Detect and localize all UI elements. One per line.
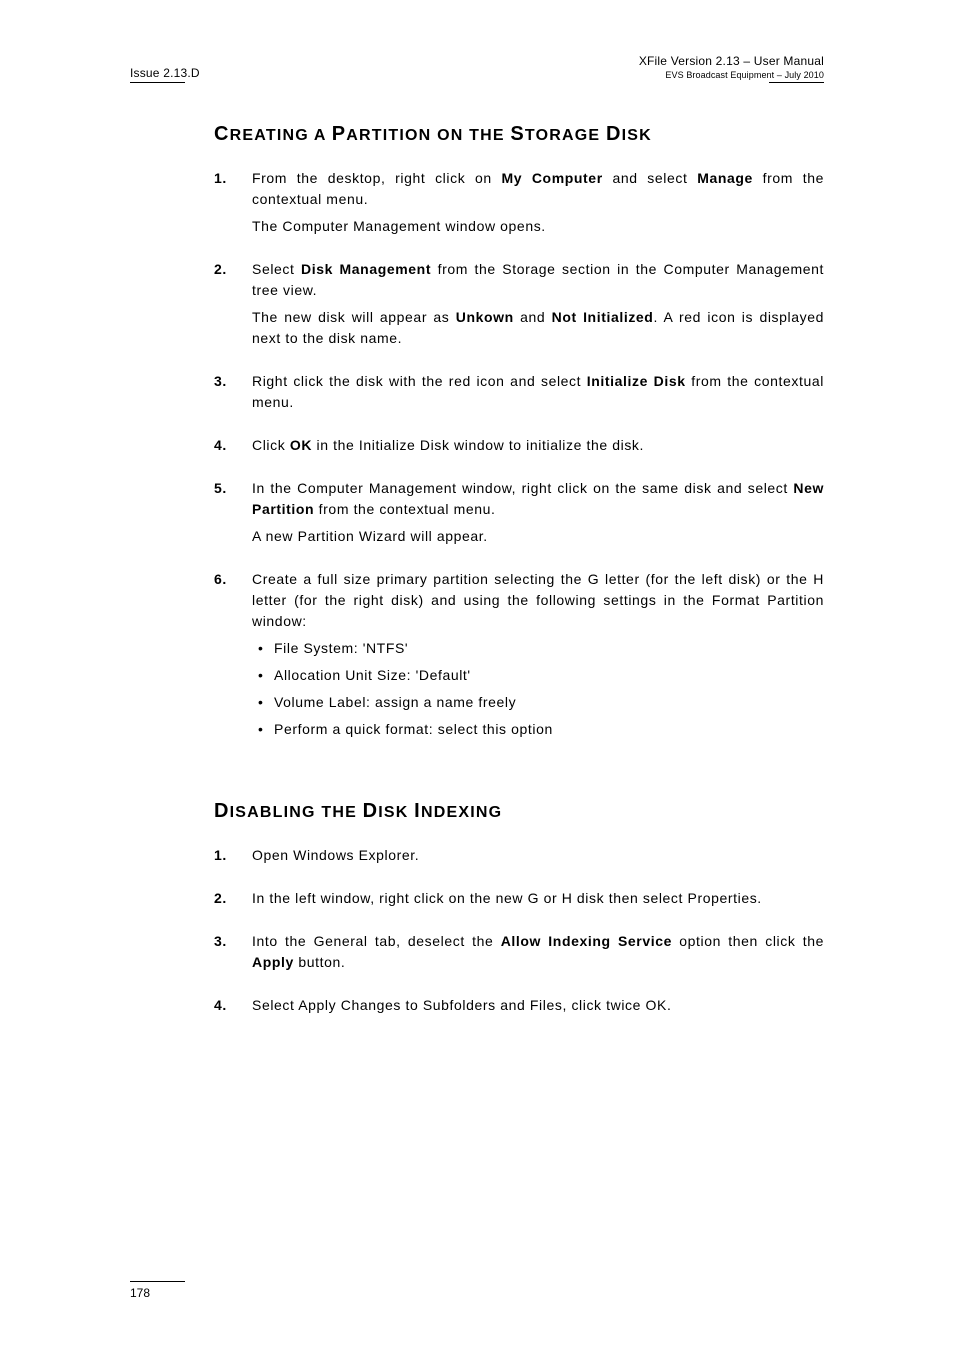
section-heading-partition: CREATING A PARTITION ON THE STORAGE DISK	[214, 123, 824, 146]
step-bullets: File System: 'NTFS' Allocation Unit Size:…	[252, 638, 824, 740]
step-body: Right click the disk with the red icon a…	[252, 371, 824, 419]
bullet-item: Volume Label: assign a name freely	[252, 692, 824, 713]
bullet-item: Allocation Unit Size: 'Default'	[252, 665, 824, 686]
page-number: 178	[130, 1286, 150, 1300]
step-number: 1.	[214, 845, 234, 872]
step-body: Create a full size primary partition sel…	[252, 569, 824, 746]
step-item: 2. Select Disk Management from the Storag…	[214, 259, 824, 355]
header-left: Issue 2.13.D	[130, 66, 200, 83]
step-item: 3. Into the General tab, deselect the All…	[214, 931, 824, 979]
step-body: Into the General tab, deselect the Allow…	[252, 931, 824, 979]
page-footer: 178	[130, 1281, 185, 1300]
step-item: 4. Click OK in the Initialize Disk window…	[214, 435, 824, 462]
step-item: 2. In the left window, right click on the…	[214, 888, 824, 915]
step-body: In the Computer Management window, right…	[252, 478, 824, 553]
step-number: 1.	[214, 168, 234, 243]
step-text: Create a full size primary partition sel…	[252, 569, 824, 632]
step-item: 3. Right click the disk with the red icon…	[214, 371, 824, 419]
step-text: Select Apply Changes to Subfolders and F…	[252, 995, 824, 1016]
step-item: 1. From the desktop, right click on My Co…	[214, 168, 824, 243]
step-number: 3.	[214, 371, 234, 419]
step-number: 4.	[214, 995, 234, 1022]
step-text: Select Disk Management from the Storage …	[252, 259, 824, 301]
doc-title: XFile Version 2.13 – User Manual	[639, 54, 824, 68]
step-number: 3.	[214, 931, 234, 979]
step-body: Open Windows Explorer.	[252, 845, 824, 872]
step-text: The Computer Management window opens.	[252, 216, 824, 237]
step-number: 2.	[214, 888, 234, 915]
steps-list-partition: 1. From the desktop, right click on My Co…	[214, 168, 824, 746]
step-text: In the Computer Management window, right…	[252, 478, 824, 520]
step-text: The new disk will appear as Unkown and N…	[252, 307, 824, 349]
step-number: 6.	[214, 569, 234, 746]
header-rule-right	[769, 82, 824, 83]
footer-rule	[130, 1281, 185, 1282]
step-text: From the desktop, right click on My Comp…	[252, 168, 824, 210]
step-item: 1. Open Windows Explorer.	[214, 845, 824, 872]
document-page: Issue 2.13.D XFile Version 2.13 – User M…	[0, 0, 954, 1350]
step-number: 4.	[214, 435, 234, 462]
step-text: In the left window, right click on the n…	[252, 888, 824, 909]
step-text: Click OK in the Initialize Disk window t…	[252, 435, 824, 456]
doc-subtitle: EVS Broadcast Equipment – July 2010	[639, 70, 824, 80]
header-right: XFile Version 2.13 – User Manual EVS Bro…	[639, 54, 824, 83]
step-text: Right click the disk with the red icon a…	[252, 371, 824, 413]
step-item: 5. In the Computer Management window, rig…	[214, 478, 824, 553]
step-text: A new Partition Wizard will appear.	[252, 526, 824, 547]
step-body: From the desktop, right click on My Comp…	[252, 168, 824, 243]
step-number: 2.	[214, 259, 234, 355]
step-item: 4. Select Apply Changes to Subfolders and…	[214, 995, 824, 1022]
step-body: In the left window, right click on the n…	[252, 888, 824, 915]
step-text: Into the General tab, deselect the Allow…	[252, 931, 824, 973]
step-number: 5.	[214, 478, 234, 553]
step-body: Select Disk Management from the Storage …	[252, 259, 824, 355]
step-body: Click OK in the Initialize Disk window t…	[252, 435, 824, 462]
page-content: CREATING A PARTITION ON THE STORAGE DISK…	[214, 123, 824, 1022]
steps-list-indexing: 1. Open Windows Explorer. 2. In the left wi…	[214, 845, 824, 1022]
step-item: 6. Create a full size primary partition s…	[214, 569, 824, 746]
issue-label: Issue 2.13.D	[130, 66, 200, 80]
bullet-item: Perform a quick format: select this opti…	[252, 719, 824, 740]
bullet-item: File System: 'NTFS'	[252, 638, 824, 659]
step-text: Open Windows Explorer.	[252, 845, 824, 866]
header-rule-left	[130, 82, 185, 83]
section-heading-indexing: DISABLING THE DISK INDEXING	[214, 800, 824, 823]
page-header: Issue 2.13.D XFile Version 2.13 – User M…	[130, 54, 824, 83]
step-body: Select Apply Changes to Subfolders and F…	[252, 995, 824, 1022]
